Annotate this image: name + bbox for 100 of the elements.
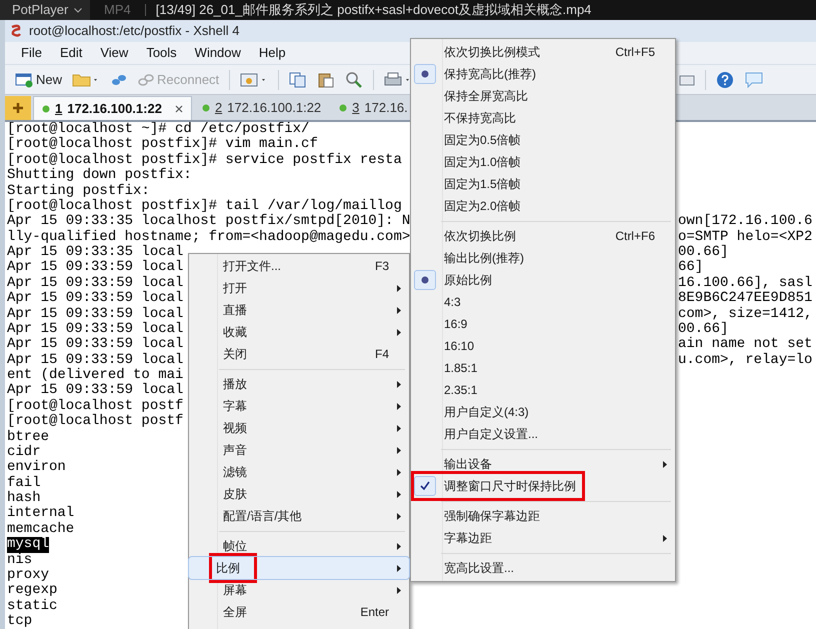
menu-item[interactable]: 打开 [189, 277, 409, 299]
menu-bar-item[interactable]: Edit [60, 43, 82, 63]
terminal-line: proxy [7, 568, 50, 584]
format-label: MP4 [103, 1, 132, 20]
terminal-line: [root@localhost postfix]# tail /var/log/maillog [7, 198, 402, 214]
menu-item-label: 固定为0.5倍帧 [444, 132, 521, 149]
menu-item[interactable]: 依次切换比例 Ctrl+F6 [411, 225, 675, 247]
menu-item[interactable]: 固定为0.5倍帧 [411, 129, 675, 151]
menu-item-label: 保持宽高比(推荐) [444, 66, 536, 83]
menu-item[interactable]: 皮肤 [189, 483, 409, 505]
new-button[interactable]: New [15, 70, 62, 90]
terminal-line: ain name not set [678, 337, 814, 352]
menu-item-label: 原始比例 [444, 272, 492, 289]
status-dot-icon [202, 104, 210, 112]
copy-icon[interactable] [289, 72, 308, 88]
menu-item-label: 字幕边距 [444, 530, 492, 547]
menu-item[interactable]: 宽高比设置... [411, 557, 675, 579]
menu-item-label: 打开文件... [223, 258, 282, 275]
menu-item[interactable]: 调整窗口尺寸时保持比例 [411, 475, 675, 497]
menu-item-label: 1.85:1 [444, 360, 478, 377]
terminal-line: [root@localhost postf [7, 398, 184, 414]
submenu-arrow-icon [397, 328, 401, 336]
submenu-arrow-icon [397, 284, 401, 292]
terminal-line: Apr 15 09:33:59 local [7, 383, 184, 398]
close-icon[interactable] [174, 104, 183, 112]
menu-item[interactable]: 4:3 [411, 291, 675, 313]
menu-item[interactable]: 播放 [189, 373, 409, 395]
add-tab-button[interactable] [5, 96, 31, 120]
menu-bar-item[interactable]: View [100, 43, 128, 63]
menu-item[interactable]: 打开文件... F3 [189, 255, 409, 277]
search-icon[interactable] [345, 72, 364, 88]
submenu-arrow-icon [397, 402, 401, 410]
submenu-arrow-icon [397, 512, 401, 520]
submenu-arrow-icon [397, 586, 401, 594]
terminal-line: o=SMTP helo=<XP2 [678, 230, 814, 245]
menu-item-label: 依次切换比例 [444, 228, 516, 245]
terminal-line: static [7, 598, 58, 614]
menu-item[interactable]: 依次切换比例模式 Ctrl+F5 [411, 41, 675, 63]
submenu-arrow-icon [663, 534, 667, 542]
menu-item[interactable]: 声音 [189, 439, 409, 461]
menu-item[interactable]: 16:9 [411, 313, 675, 335]
menu-item[interactable]: 配置/语言/其他 [189, 505, 409, 527]
player-menu-button[interactable]: PotPlayer [0, 0, 90, 20]
menu-item[interactable]: 固定为1.5倍帧 [411, 173, 675, 195]
menu-item-label: 依次切换比例模式 [444, 44, 540, 61]
terminal-line: Shutting down postfix: [7, 168, 192, 184]
app-logo-icon [9, 24, 23, 38]
menu-item[interactable]: 屏幕 [189, 579, 409, 601]
menu-item[interactable]: 视频 [189, 417, 409, 439]
menu-item-label: 2.35:1 [444, 382, 478, 399]
menu-bar-item[interactable]: Window [194, 43, 241, 63]
menu-item[interactable]: 强制确保字幕边距 [411, 505, 675, 527]
menu-item[interactable]: 原始比例 [411, 269, 675, 291]
menu-item-label: 固定为1.0倍帧 [444, 154, 521, 171]
menu-item[interactable]: 直播 [189, 299, 409, 321]
paste-icon[interactable] [317, 72, 336, 88]
tab-number: 2 [214, 99, 222, 118]
menu-item-label: 播放 [223, 376, 247, 393]
terminal-line: environ [7, 460, 66, 476]
menu-item[interactable]: 关闭 F4 [189, 343, 409, 365]
menu-item[interactable]: 用户自定义设置... [411, 423, 675, 445]
menu-item[interactable]: 16:10 [411, 335, 675, 357]
menu-item-label: 用户自定义(4:3) [444, 404, 529, 421]
tab-address: 172.16.100.1:22 [227, 99, 322, 118]
terminal-line: Apr 15 09:33:59 local [7, 352, 184, 368]
session-tab[interactable]: 1 172.16.100.1:22 [33, 96, 192, 120]
terminal-line: ent (delivered to mai [7, 368, 184, 383]
new-session-icon [15, 72, 33, 88]
menu-item[interactable]: 输出比例(推荐) [411, 247, 675, 269]
menu-item[interactable]: 帧位 [189, 535, 409, 557]
terminal-line: 66] [678, 260, 704, 276]
menu-item[interactable]: 滤镜 [189, 461, 409, 483]
tab-address: 172.16. [364, 99, 408, 118]
terminal-line: [root@localhost postfix]# service postfix resta [7, 152, 402, 168]
menu-item-label: 收藏 [223, 324, 247, 341]
menu-item[interactable]: 1.85:1 [411, 357, 675, 379]
menu-item[interactable]: 输出设备 [411, 453, 675, 475]
menu-bar-item[interactable]: Help [258, 43, 286, 63]
menu-item[interactable]: 2.35:1 [411, 379, 675, 401]
menu-item[interactable]: 字幕边距 [411, 527, 675, 549]
help-icon[interactable] [716, 70, 734, 88]
menu-item[interactable]: 字幕 [189, 395, 409, 417]
menu-item[interactable]: 固定为1.0倍帧 [411, 151, 675, 173]
menu-item[interactable]: 全屏 Enter [189, 601, 409, 623]
terminal-line: 16.100.66], sasl [678, 276, 814, 292]
menu-item[interactable]: 固定为2.0倍帧 [411, 195, 675, 217]
menu-bar-item[interactable]: File [21, 43, 42, 63]
menu-item[interactable]: 收藏 [189, 321, 409, 343]
menu-bar-item[interactable]: Tools [146, 43, 177, 63]
submenu-arrow-icon [663, 460, 667, 468]
menu-item[interactable]: 用户自定义(4:3) [411, 401, 675, 423]
session-tab[interactable]: 2 172.16.100.1:22 [194, 96, 330, 120]
speech-bubble-icon[interactable] [744, 70, 764, 88]
status-dot-icon [339, 104, 348, 112]
terminal-line: Apr 15 09:33:35 localhost postfix/smtpd[2010]: N [7, 214, 410, 230]
menu-item[interactable]: 保持宽高比(推荐) [411, 63, 675, 85]
shortcut-label: F3 [374, 258, 390, 275]
shortcut-label: Enter [360, 604, 390, 621]
terminal-line: fail [7, 476, 41, 491]
submenu-arrow-icon [397, 564, 401, 572]
